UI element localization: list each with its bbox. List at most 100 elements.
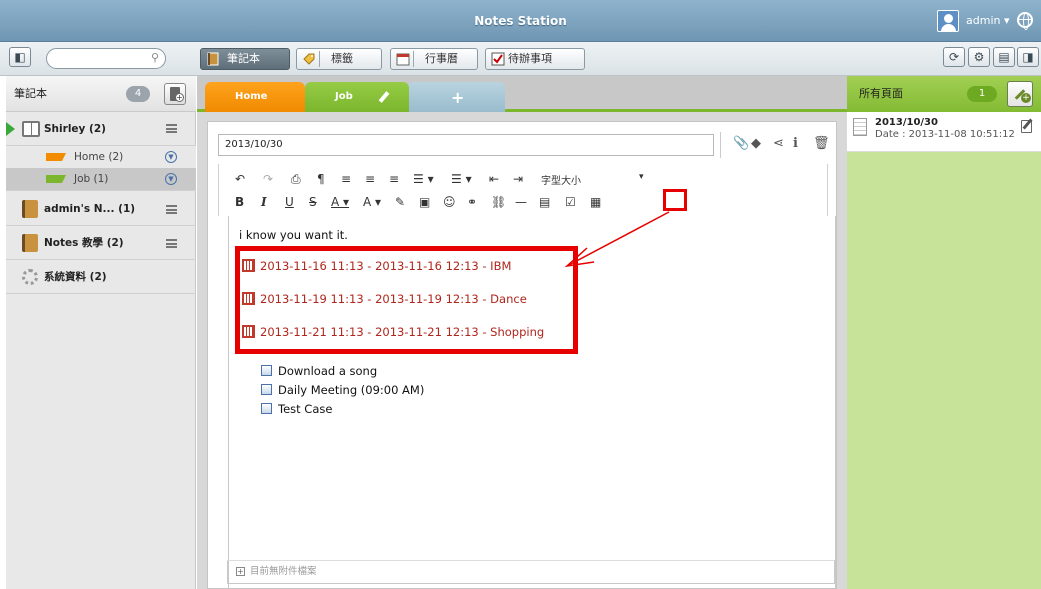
horizontal-rule-icon[interactable]: — (515, 195, 527, 209)
pages-title: 所有頁面 (859, 87, 903, 100)
edit-page-icon[interactable] (1021, 120, 1032, 133)
search-icon: ⚲ (150, 51, 159, 64)
refresh-button[interactable]: ⟳ (943, 47, 965, 67)
section-color-icon (46, 175, 66, 183)
outdent-icon[interactable]: ⇤ (489, 172, 499, 186)
add-page-button[interactable]: + (1007, 81, 1033, 107)
section-label: Home (2) (74, 151, 124, 163)
todo-item[interactable]: Daily Meeting (09:00 AM) (261, 383, 424, 397)
add-icon: + (175, 93, 184, 102)
tag-icon[interactable]: ◆ (751, 136, 761, 151)
search-input[interactable]: ⚲ (46, 48, 166, 69)
user-avatar-icon[interactable] (937, 10, 959, 32)
menu-icon[interactable] (166, 239, 177, 248)
insert-todo-icon[interactable]: ☑ (565, 195, 576, 209)
numbered-list-icon[interactable]: ☰ ▾ (451, 172, 472, 186)
image-icon[interactable]: ▣ (419, 195, 430, 209)
notebook-item-admin[interactable]: admin's N... (1) (6, 190, 196, 226)
tag-icon (303, 53, 315, 65)
notebook-item-shirley[interactable]: Shirley (2) (6, 112, 196, 146)
tab-job[interactable]: Job (305, 82, 409, 112)
indent-icon[interactable]: ⇥ (513, 172, 523, 186)
todo-item[interactable]: Test Case (261, 402, 332, 416)
section-options-icon[interactable]: ▼ (165, 173, 177, 185)
calendar-event-item[interactable]: 2013-11-19 11:13 - 2013-11-19 12:13 - Da… (242, 292, 527, 306)
notebook-icon (207, 52, 219, 66)
note-actions: 📎 ◆ ⋖ i 🗑 (720, 132, 836, 158)
align-center-icon[interactable]: ≡ (365, 172, 375, 186)
language-globe-icon[interactable] (1017, 12, 1033, 30)
note-title-field[interactable]: 2013/10/30 (218, 134, 714, 156)
nav-notebooks-button[interactable]: 筆記本 (200, 48, 290, 70)
expand-attachments-icon[interactable]: + (236, 567, 245, 576)
calendar-event-item[interactable]: 2013-11-21 11:13 - 2013-11-21 12:13 - Sh… (242, 325, 544, 339)
todo-text: Daily Meeting (09:00 AM) (278, 383, 425, 397)
panel-button[interactable]: ◨ (1017, 47, 1039, 67)
link-icon[interactable]: ⚭ (467, 195, 477, 209)
bullet-list-icon[interactable]: ☰ ▾ (413, 172, 434, 186)
add-icon: + (1021, 93, 1031, 103)
highlight-color-button[interactable]: A ▾ (363, 195, 381, 209)
paragraph-icon[interactable]: ¶ (317, 172, 325, 186)
print-icon[interactable]: ⎙ (291, 172, 301, 187)
calendar-button-highlight (663, 189, 687, 211)
app-title: Notes Station (474, 14, 567, 28)
notebook-count-badge: 4 (126, 86, 150, 102)
add-tab-button[interactable]: + (407, 82, 505, 112)
note-editor-area: Home + Job 2013/10/30 📎 ◆ ⋖ i 🗑 ↶ ↷ ⎙ ¶ … (197, 76, 847, 589)
drawing-icon[interactable]: ✎ (395, 195, 405, 209)
attachment-bar[interactable]: + 目前無附件檔案 (227, 560, 835, 584)
notebook-item-notes-tutorial[interactable]: Notes 教學 (2) (6, 226, 196, 260)
page-document-icon (853, 118, 867, 136)
nav-todo-button[interactable]: 待辦事項 (485, 48, 585, 70)
font-color-button[interactable]: A ▾ (331, 195, 349, 209)
note-content-editor[interactable]: i know you want it. 2013-11-16 11:13 - 2… (228, 216, 836, 589)
note-panel: 2013/10/30 📎 ◆ ⋖ i 🗑 ↶ ↷ ⎙ ¶ ≡ ≡ ≡ ☰ ▾ ☰… (207, 121, 837, 589)
todo-item[interactable]: Download a song (261, 364, 377, 378)
attachment-icon[interactable]: 📎 (733, 136, 749, 151)
align-left-icon[interactable]: ≡ (341, 172, 351, 186)
insert-calendar-event-icon[interactable]: ▦ (590, 195, 601, 209)
table-icon[interactable]: ▤ (539, 195, 550, 209)
calendar-event-item[interactable]: 2013-11-16 11:13 - 2013-11-16 12:13 - IB… (242, 259, 511, 273)
tab-home[interactable]: Home (205, 82, 305, 112)
share-icon[interactable]: ⋖ (773, 136, 784, 151)
todo-checkbox[interactable] (261, 384, 272, 395)
bold-button[interactable]: B (235, 195, 244, 209)
edit-pencil-icon[interactable] (378, 91, 390, 103)
nav-todo-label: 待辦事項 (508, 52, 552, 65)
layout-icon: ▤ (998, 50, 1010, 64)
calendar-icon (242, 292, 255, 305)
info-icon[interactable]: i (793, 136, 798, 151)
title-bar: Notes Station admin ▾ (0, 0, 1041, 42)
add-notebook-button[interactable]: + (164, 83, 186, 105)
section-item-job[interactable]: Job (1) ▼ (6, 168, 196, 190)
emoticon-icon[interactable]: ☺ (443, 195, 456, 209)
nav-tags-button[interactable]: 標籤 (296, 48, 382, 70)
notebook-item-system[interactable]: 系統資料 (2) (6, 260, 196, 294)
trash-icon[interactable]: 🗑 (813, 136, 830, 151)
undo-icon[interactable]: ↶ (235, 172, 245, 186)
layout-button[interactable]: ▤ (993, 47, 1015, 67)
settings-button[interactable]: ⚙ (968, 47, 990, 67)
todo-checkbox[interactable] (261, 365, 272, 376)
menu-icon[interactable] (166, 205, 177, 214)
align-right-icon[interactable]: ≡ (389, 172, 399, 186)
underline-button[interactable]: U (285, 195, 294, 209)
italic-button[interactable]: I (261, 195, 267, 209)
note-body-text: i know you want it. (239, 228, 348, 242)
section-options-icon[interactable]: ▼ (165, 151, 177, 163)
section-item-home[interactable]: Home (2) ▼ (6, 146, 196, 168)
page-list-item[interactable]: 2013/10/30 Date : 2013-11-08 10:51:12 (847, 112, 1041, 152)
user-menu[interactable]: admin ▾ (966, 0, 1009, 42)
toggle-sidebar-button[interactable]: ◧ (9, 47, 31, 67)
nav-calendar-button[interactable]: 行事曆 (390, 48, 478, 70)
unlink-icon[interactable]: ⛓ (491, 195, 506, 209)
redo-icon[interactable]: ↷ (263, 172, 273, 186)
sidebar-icon: ◧ (14, 50, 26, 64)
chevron-down-icon[interactable]: ▾ (639, 172, 644, 182)
font-size-select[interactable]: 字型大小 (541, 172, 581, 187)
todo-checkbox[interactable] (261, 403, 272, 414)
strikethrough-button[interactable]: S (309, 195, 317, 209)
menu-icon[interactable] (166, 124, 177, 133)
